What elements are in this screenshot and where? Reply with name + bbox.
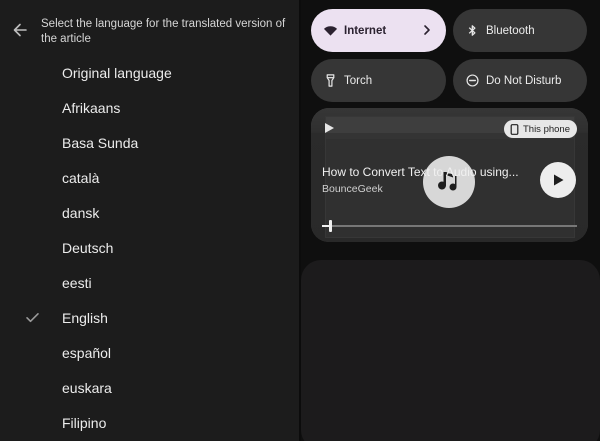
language-option-label: euskara: [62, 379, 112, 396]
internet-tile[interactable]: Internet: [311, 9, 446, 52]
quick-settings-panel: Internet Bluetooth Torch Do Not Disturb: [301, 0, 600, 441]
do-not-disturb-tile[interactable]: Do Not Disturb: [453, 59, 587, 102]
do-not-disturb-tile-label: Do Not Disturb: [486, 74, 562, 87]
seek-thumb[interactable]: [328, 220, 332, 232]
language-option-label: Basa Sunda: [62, 134, 139, 151]
language-option[interactable]: eesti: [0, 265, 299, 300]
play-icon: [554, 174, 564, 186]
bluetooth-tile-label: Bluetooth: [486, 24, 535, 37]
chevron-right-icon: [420, 23, 434, 37]
language-option-label: Original language: [62, 64, 172, 81]
bluetooth-tile[interactable]: Bluetooth: [453, 9, 587, 52]
language-option-label: català: [62, 169, 100, 186]
arrow-back-icon: [13, 23, 27, 37]
language-option[interactable]: Original language: [0, 55, 299, 90]
language-option-label: Afrikaans: [62, 99, 121, 116]
small-play-icon: [323, 122, 335, 134]
language-option[interactable]: español: [0, 335, 299, 370]
language-picker-panel: Select the language for the translated v…: [0, 0, 299, 441]
output-device-label: This phone: [522, 123, 570, 135]
torch-tile[interactable]: Torch: [311, 59, 446, 102]
flashlight-icon: [323, 73, 338, 88]
internet-tile-label: Internet: [344, 24, 387, 37]
language-option-label: español: [62, 344, 112, 361]
notification-area: [301, 260, 600, 441]
bluetooth-icon: [465, 23, 480, 38]
media-seek-bar[interactable]: [322, 220, 577, 232]
language-list: Original language Afrikaans Basa Sunda cata…: [0, 55, 299, 440]
torch-tile-label: Torch: [344, 74, 373, 87]
language-option[interactable]: Filipino: [0, 405, 299, 440]
language-option[interactable]: Afrikaans: [0, 90, 299, 125]
language-option-label: Deutsch: [62, 239, 114, 256]
language-option[interactable]: Deutsch: [0, 230, 299, 265]
media-artist: BounceGeek: [322, 183, 383, 195]
media-player-card[interactable]: This phone How to Convert Text to Audio …: [311, 108, 588, 242]
language-option-label: English: [62, 309, 108, 326]
play-button[interactable]: [540, 162, 576, 198]
back-button[interactable]: [10, 20, 30, 40]
language-picker-header: Select the language for the translated v…: [41, 18, 286, 45]
language-option[interactable]: dansk: [0, 195, 299, 230]
output-device-chip[interactable]: This phone: [503, 120, 577, 138]
language-option[interactable]: Basa Sunda: [0, 125, 299, 160]
language-option[interactable]: euskara: [0, 370, 299, 405]
language-option-label: Filipino: [62, 414, 107, 431]
language-option[interactable]: català: [0, 160, 299, 195]
language-option-label: eesti: [62, 274, 92, 291]
phone-icon: [510, 123, 519, 135]
music-note-icon: [423, 156, 475, 208]
language-option[interactable]: English: [0, 300, 299, 335]
checkmark-icon: [25, 310, 40, 325]
language-option-label: dansk: [62, 204, 100, 221]
wifi-icon: [323, 23, 338, 38]
media-title: How to Convert Text to Audio using...: [322, 165, 519, 179]
do-not-disturb-icon: [465, 73, 480, 88]
